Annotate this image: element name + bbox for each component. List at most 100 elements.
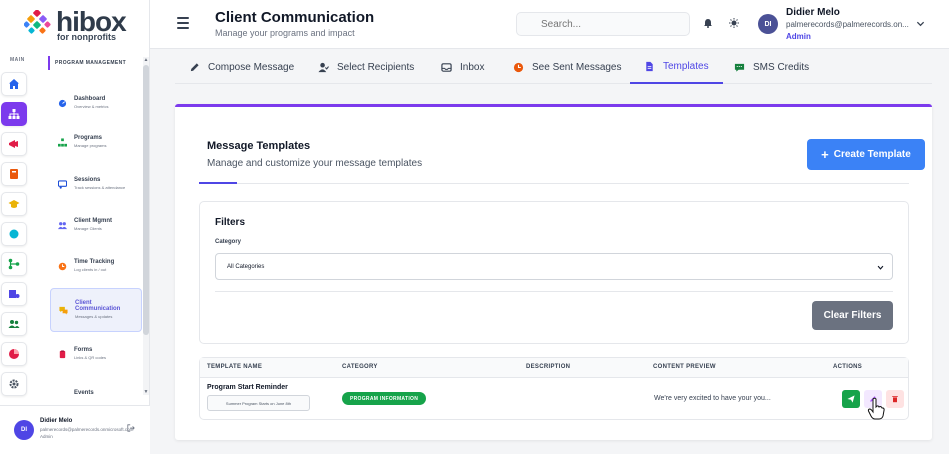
logout-icon[interactable] (127, 424, 135, 432)
category-select[interactable]: All Categories (215, 253, 893, 280)
user-email: palmerecords@palmerecords.on... (786, 20, 909, 29)
template-subject: Summer Program Starts on June 8th (207, 395, 310, 411)
forms-icon (50, 349, 74, 359)
rail-label: MAIN (10, 57, 25, 63)
sidebar-user-name: Didier Melo (40, 418, 73, 424)
scroll-down-icon[interactable]: ▼ (143, 389, 149, 395)
templates-subtitle: Manage and customize your message templa… (207, 158, 423, 169)
sidebar-item-client-communication[interactable]: Client Communication Messages & updates (50, 288, 142, 332)
user-avatar[interactable]: DI (758, 14, 778, 34)
tab-inbox[interactable]: Inbox (441, 50, 484, 84)
content-preview: We're very excited to have your you... (654, 395, 771, 402)
clock-icon (513, 62, 524, 72)
users-icon (50, 221, 74, 230)
send-template-button[interactable] (842, 390, 860, 408)
create-template-label: Create Template (833, 149, 911, 160)
sidebar-item-label: Sessions (74, 177, 101, 183)
rail-sitemap-icon[interactable] (1, 102, 27, 126)
tab-see-sent-messages[interactable]: See Sent Messages (513, 50, 622, 84)
rail-gear-icon[interactable] (1, 372, 27, 396)
scroll-up-icon[interactable]: ▲ (143, 57, 149, 63)
sidebar-item-sessions[interactable]: Sessions Track sessions & attendance (50, 163, 142, 205)
tab-compose-message[interactable]: Compose Message (189, 50, 294, 84)
scrollbar-thumb[interactable] (143, 65, 149, 335)
top-header: Client Communication Manage your program… (150, 0, 949, 49)
chevron-down-icon[interactable] (916, 19, 925, 28)
user-check-icon (318, 62, 329, 72)
user-name[interactable]: Didier Melo (786, 7, 840, 18)
clock-icon (50, 262, 74, 271)
tab-label: Templates (663, 60, 709, 72)
tab-label: Compose Message (208, 61, 295, 73)
bell-icon[interactable] (703, 18, 713, 28)
sidebar-item-label: Events (74, 390, 94, 396)
template-name: Program Start Reminder (207, 384, 288, 391)
sidebar-item-client-mgmnt[interactable]: Client Mgmnt Manage Clients (50, 204, 142, 246)
sidebar-section-title: PROGRAM MANAGEMENT (48, 56, 126, 70)
sidebar-item-subtitle: Manage programs (74, 143, 107, 148)
left-panel: hibox for nonprofits MAIN PROGRAM MANAGE… (0, 0, 150, 454)
templates-title: Message Templates (207, 140, 311, 152)
rail-graduation-icon[interactable] (1, 192, 27, 216)
rail-pie-icon[interactable] (1, 342, 27, 366)
rail-branch-icon[interactable] (1, 252, 27, 276)
sidebar-item-dashboard[interactable]: Dashboard Overview & metrics (50, 82, 142, 124)
sidebar-item-subtitle: Links & QR codes (74, 355, 107, 360)
create-template-button[interactable]: + Create Template (807, 139, 925, 170)
sidebar-user-card[interactable]: DI Didier Melo palmerecords@palmerecords… (0, 405, 150, 454)
clear-filters-button[interactable]: Clear Filters (812, 301, 893, 330)
brand-logo[interactable]: hibox for nonprofits (22, 6, 132, 42)
column-header: DESCRIPTION (526, 364, 571, 370)
rail-megaphone-icon[interactable] (1, 132, 27, 156)
sidebar-item-subtitle: Overview & metrics (74, 104, 109, 109)
trash-icon (892, 396, 898, 403)
rail-book-icon[interactable] (1, 162, 27, 186)
hand-cursor-icon (867, 397, 885, 420)
sidebar-item-programs[interactable]: Programs Manage programs (50, 121, 142, 163)
paper-plane-icon (847, 395, 855, 403)
pencil-icon (190, 62, 199, 71)
tab-templates[interactable]: Templates (630, 50, 723, 84)
sms-icon (734, 63, 745, 72)
sidebar-item-label: Forms (74, 347, 93, 353)
sidebar-scrollbar[interactable]: ▲ ▼ (143, 57, 149, 395)
rail-chart-user-icon[interactable] (1, 282, 27, 306)
logo-mark-icon (24, 10, 51, 34)
sessions-icon (50, 179, 74, 189)
hamburger-menu-icon[interactable] (177, 17, 189, 29)
header-underline (199, 182, 237, 184)
tab-sms-credits[interactable]: SMS Credits (734, 50, 809, 84)
tab-label: See Sent Messages (532, 61, 622, 73)
sidebar-item-time-tracking[interactable]: Time Tracking Log clients in / out (50, 245, 142, 287)
delete-template-button[interactable] (886, 390, 904, 408)
theme-toggle-icon[interactable] (729, 18, 739, 28)
rail-users-icon[interactable] (1, 312, 27, 336)
sidebar-item-label: Client Mgmnt (74, 218, 112, 224)
templates-table: TEMPLATE NAME CATEGORY DESCRIPTION CONTE… (199, 357, 909, 420)
sidebar-item-subtitle: Track sessions & attendance (74, 185, 126, 190)
category-badge: PROGRAM INFORMATION (342, 392, 427, 405)
search-input[interactable] (516, 12, 690, 36)
filters-panel: Filters Category All Categories Clear Fi… (199, 201, 909, 344)
templates-header: Message Templates Manage and customize y… (199, 132, 925, 184)
tab-bar: Compose Message Select Recipients Inbox … (175, 50, 932, 84)
tab-label: Inbox (460, 61, 485, 73)
tab-select-recipients[interactable]: Select Recipients (318, 50, 414, 84)
rail-home-icon[interactable] (1, 72, 27, 96)
category-label: Category (215, 239, 242, 245)
sidebar-item-forms[interactable]: Forms Links & QR codes (50, 333, 142, 375)
sidebar-item-label: Dashboard (74, 96, 106, 102)
tab-label: Select Recipients (337, 61, 415, 73)
avatar: DI (14, 420, 34, 440)
chevron-down-icon (877, 265, 884, 270)
sidebar-item-events[interactable]: Events (50, 372, 142, 396)
page-title: Client Communication (215, 9, 375, 26)
user-role: Admin (786, 32, 811, 41)
column-header: ACTIONS (833, 364, 863, 370)
templates-card: Message Templates Manage and customize y… (175, 104, 932, 440)
column-header: TEMPLATE NAME (207, 364, 263, 370)
rail-circle-icon[interactable] (1, 222, 27, 246)
brand-tagline: for nonprofits (57, 32, 116, 42)
plus-icon: + (821, 146, 829, 162)
sidebar-item-subtitle: Messages & updates (75, 314, 113, 319)
